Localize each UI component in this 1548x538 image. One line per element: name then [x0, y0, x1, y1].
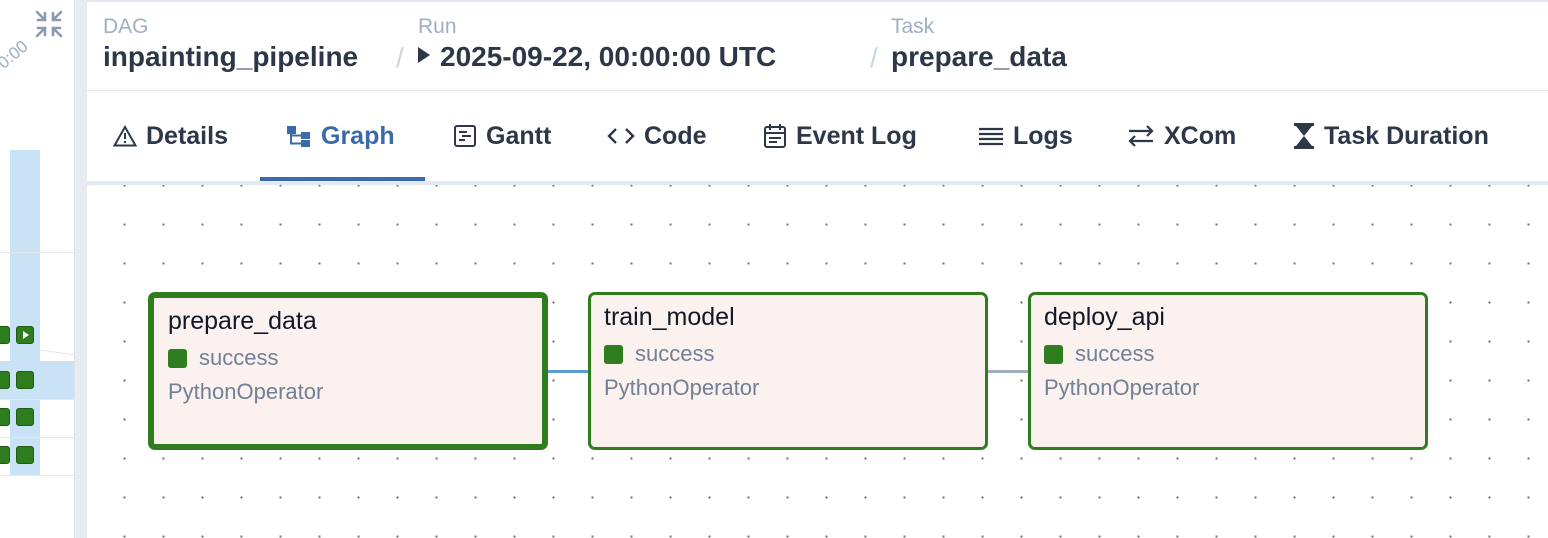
dag-grid-panel: 0:00 — [0, 0, 74, 538]
play-icon — [418, 47, 430, 63]
task-details-panel: DAG inpainting_pipeline / Run 2025-09-22… — [87, 0, 1548, 538]
tab-gantt-label: Gantt — [486, 121, 552, 150]
tab-task-duration-label: Task Duration — [1324, 121, 1489, 150]
grid-task-instance[interactable] — [0, 446, 10, 464]
state-indicator — [1044, 344, 1063, 364]
grid-task-instance[interactable] — [0, 408, 10, 426]
warning-triangle-icon — [113, 125, 137, 147]
tab-event-log-label: Event Log — [796, 121, 917, 150]
tab-details-label: Details — [146, 121, 228, 150]
selected-task-row[interactable] — [0, 361, 74, 399]
graph-canvas[interactable]: prepare_data success PythonOperator trai… — [87, 185, 1548, 538]
graph-node-prepare-data[interactable]: prepare_data success PythonOperator — [148, 292, 548, 450]
breadcrumb-run-value[interactable]: 2025-09-22, 00:00:00 UTC — [440, 41, 776, 72]
node-operator: PythonOperator — [604, 375, 760, 400]
grid-connector — [38, 349, 74, 356]
grid-task-instance[interactable] — [0, 371, 10, 389]
breadcrumb-dag-value[interactable]: inpainting_pipeline — [103, 40, 358, 74]
grid-row-divider — [0, 399, 74, 400]
breadcrumb-dag[interactable]: DAG inpainting_pipeline — [103, 14, 358, 74]
breadcrumb-task-value[interactable]: prepare_data — [891, 40, 1067, 74]
breadcrumb-separator: / — [396, 42, 404, 73]
grid-row-divider — [0, 475, 74, 476]
active-tab-indicator — [260, 177, 425, 181]
state-indicator — [168, 348, 187, 368]
grid-task-instance[interactable] — [16, 371, 34, 389]
list-icon — [979, 127, 1003, 146]
node-title: prepare_data — [168, 307, 317, 335]
breadcrumb-run[interactable]: Run 2025-09-22, 00:00:00 UTC — [418, 14, 776, 74]
panel-resize-handle[interactable] — [74, 0, 87, 538]
tab-graph-label: Graph — [321, 121, 395, 150]
node-operator: PythonOperator — [1044, 375, 1200, 400]
tab-xcom[interactable]: XCom — [1127, 91, 1236, 181]
tab-logs-label: Logs — [1013, 121, 1073, 150]
hourglass-icon — [1294, 123, 1314, 149]
grid-task-instance-play[interactable] — [16, 326, 34, 344]
breadcrumb-run-label: Run — [418, 15, 457, 38]
node-title: deploy_api — [1044, 303, 1165, 331]
node-title: train_model — [604, 303, 735, 331]
selected-run-column — [10, 150, 40, 476]
tab-graph[interactable]: Graph — [286, 91, 395, 181]
tab-xcom-label: XCom — [1164, 121, 1237, 150]
tab-bar: Details Graph Gantt Code Event Log Logs … — [87, 91, 1548, 181]
grid-task-instance[interactable] — [16, 446, 34, 464]
top-border — [87, 0, 1548, 2]
node-state-label: success — [635, 341, 715, 366]
breadcrumb-task-label: Task — [891, 15, 935, 38]
tab-code-label: Code — [644, 121, 707, 150]
graph-node-train-model[interactable]: train_model success PythonOperator — [588, 292, 988, 450]
calendar-icon — [764, 124, 786, 148]
tab-code[interactable]: Code — [607, 91, 707, 181]
tab-event-log[interactable]: Event Log — [763, 91, 917, 181]
code-icon — [607, 128, 635, 144]
tab-gantt[interactable]: Gantt — [453, 91, 551, 181]
node-operator: PythonOperator — [168, 379, 324, 404]
breadcrumb-separator: / — [870, 42, 878, 73]
grid-row-divider — [0, 437, 74, 438]
grid-time-label: 0:00 — [0, 36, 32, 73]
grid-task-instance[interactable] — [0, 326, 10, 344]
node-state: success — [604, 341, 714, 367]
collapse-icon[interactable] — [33, 8, 65, 40]
node-state: success — [168, 345, 278, 371]
state-indicator — [604, 344, 623, 364]
grid-task-instance[interactable] — [16, 408, 34, 426]
grid-row-divider — [0, 252, 74, 253]
exchange-arrows-icon — [1128, 125, 1154, 147]
gantt-icon — [454, 125, 476, 147]
graph-node-deploy-api[interactable]: deploy_api success PythonOperator — [1028, 292, 1428, 450]
breadcrumb-dag-label: DAG — [103, 15, 149, 38]
tab-task-duration[interactable]: Task Duration — [1293, 91, 1489, 181]
graph-icon — [287, 126, 310, 147]
graph-edge-train-to-deploy — [987, 370, 1031, 373]
node-state-label: success — [1075, 341, 1155, 366]
tab-details[interactable]: Details — [113, 91, 228, 181]
breadcrumb-task[interactable]: Task prepare_data — [891, 14, 1067, 74]
graph-edge-prepare-to-train — [547, 370, 591, 373]
tab-logs[interactable]: Logs — [978, 91, 1073, 181]
node-state-label: success — [199, 345, 279, 370]
node-state: success — [1044, 341, 1154, 367]
